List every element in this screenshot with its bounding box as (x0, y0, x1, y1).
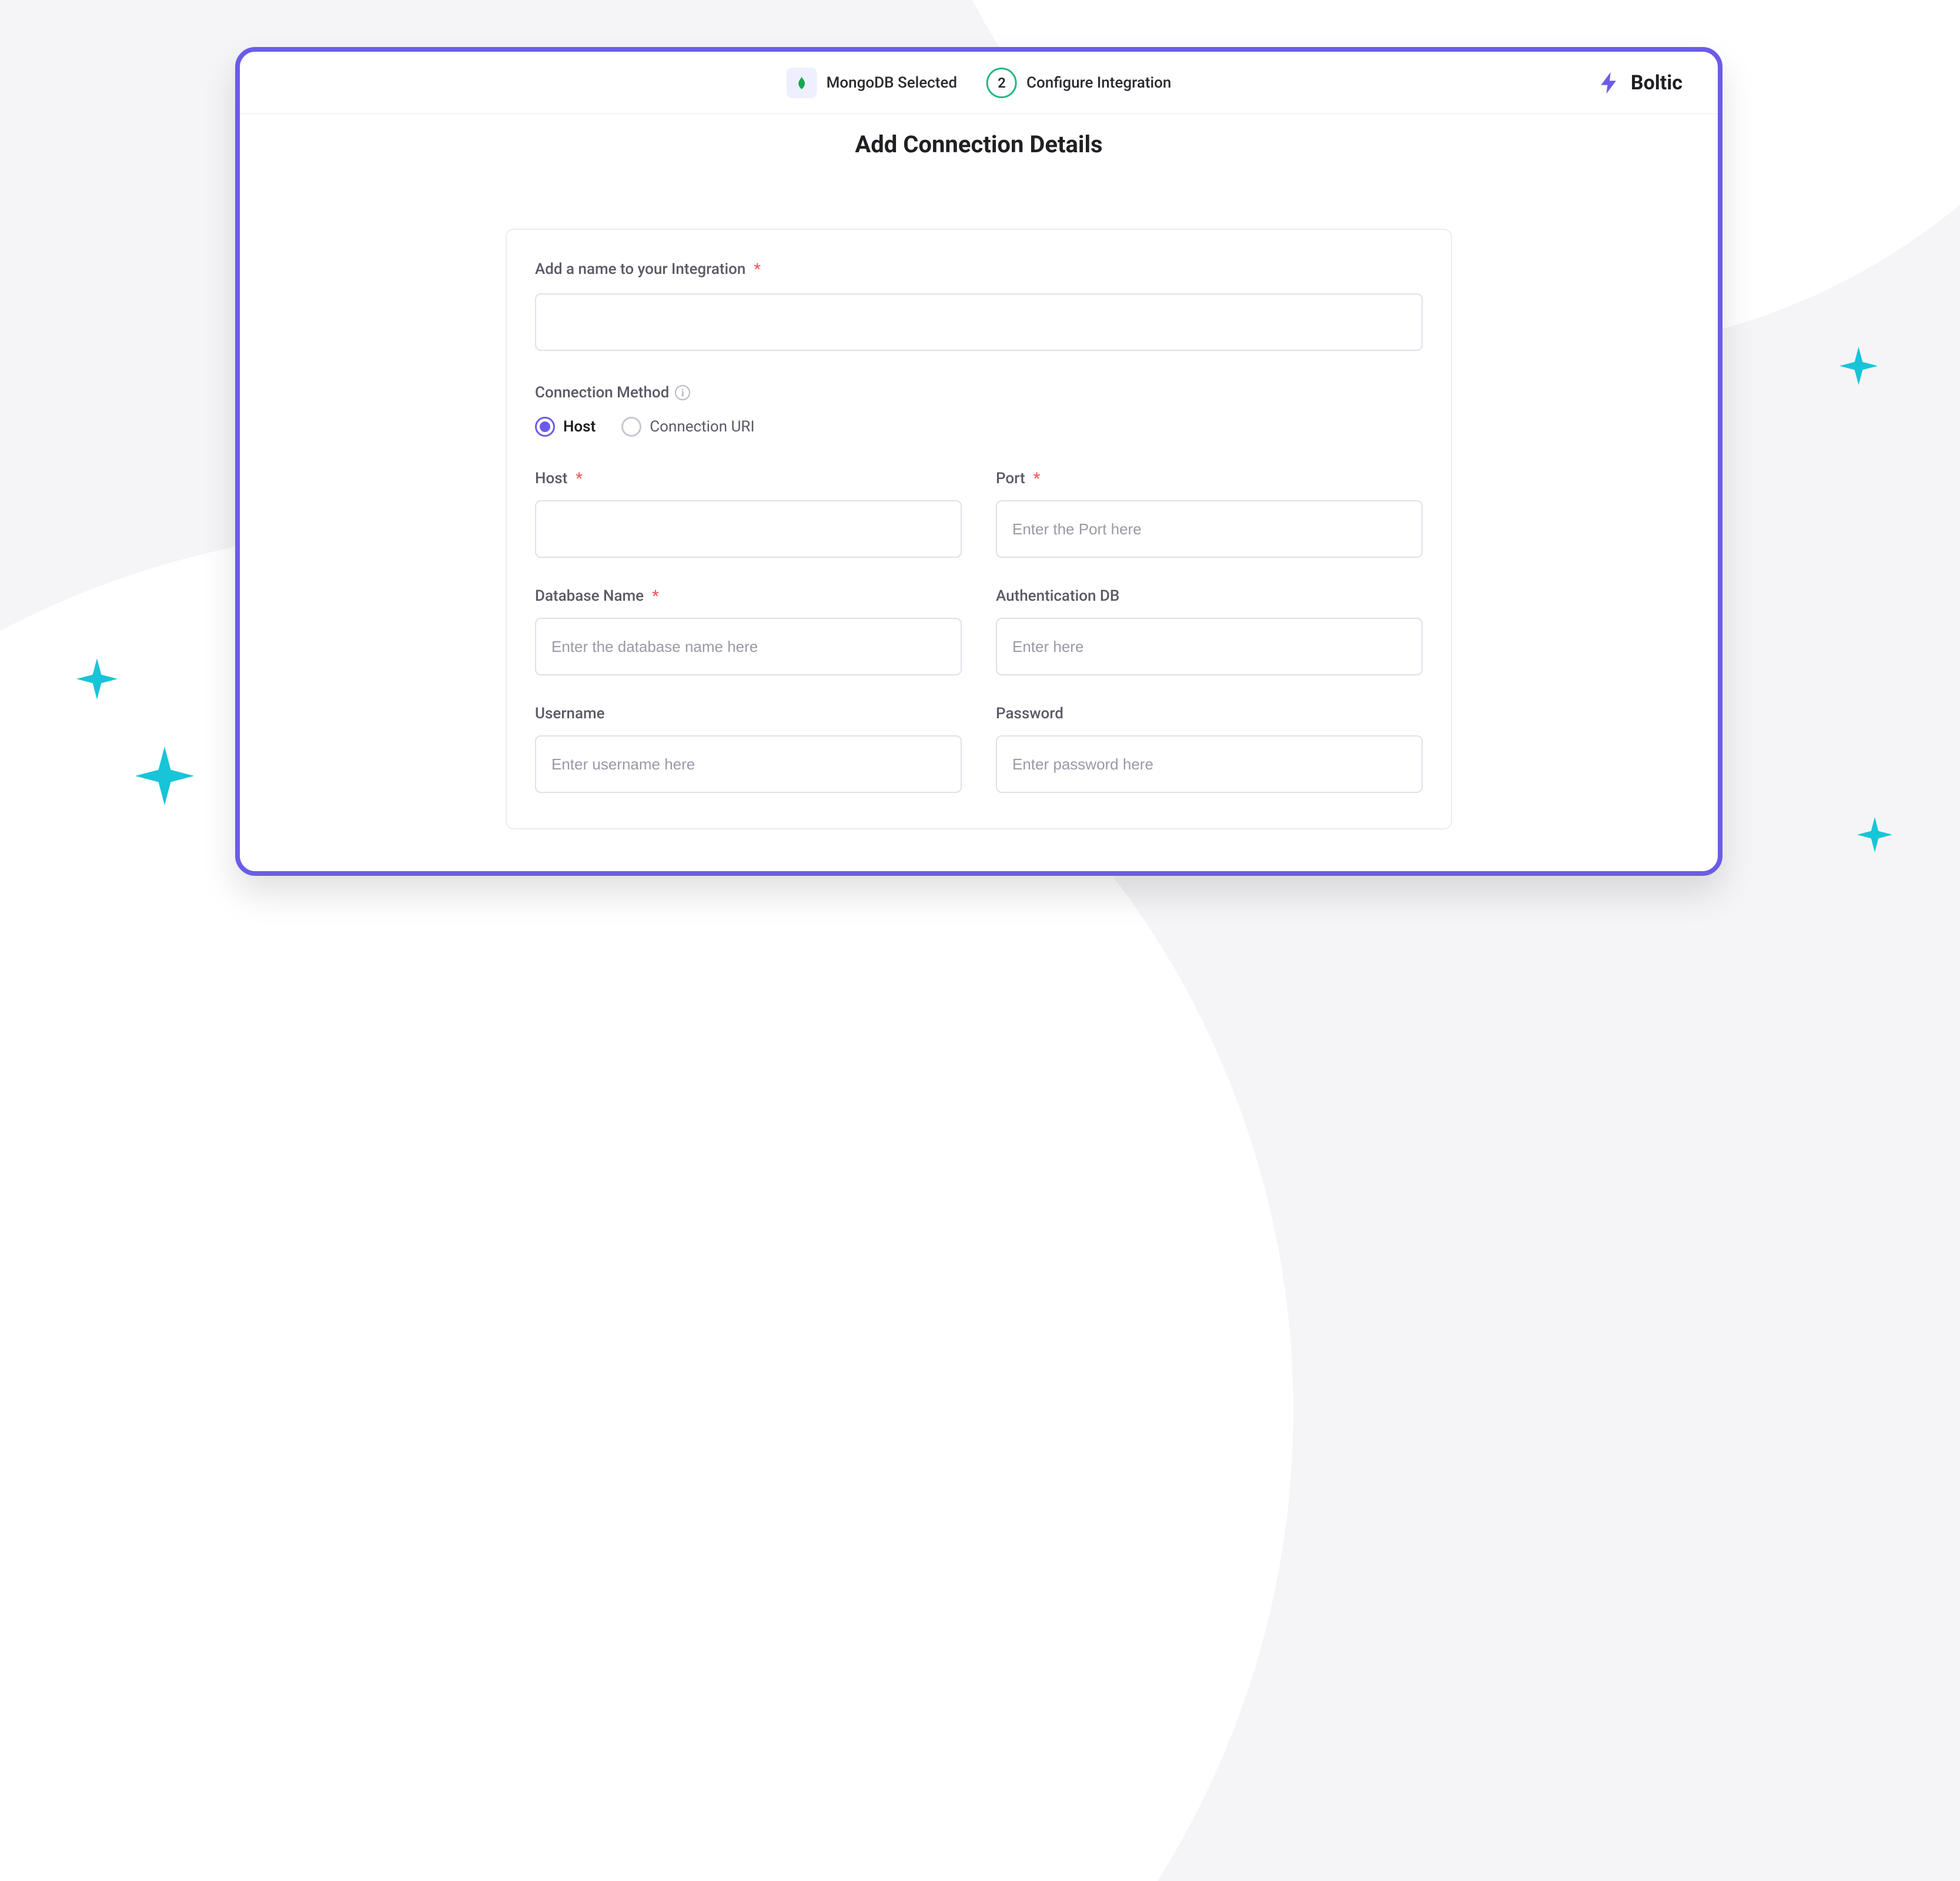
sparkle-icon (1857, 817, 1892, 852)
brand-logo: Boltic (1597, 70, 1683, 96)
app-window: MongoDB Selected 2 Configure Integration… (235, 47, 1722, 876)
step-1-label: MongoDB Selected (827, 74, 957, 92)
username-input[interactable] (535, 735, 962, 793)
brand-name: Boltic (1631, 71, 1683, 95)
auth-db-input[interactable] (996, 618, 1423, 675)
sparkle-icon (1839, 347, 1878, 385)
host-input[interactable] (535, 500, 962, 558)
page-title: Add Connection Details (240, 130, 1718, 158)
host-label: Host* (535, 470, 962, 487)
auth-db-label: Authentication DB (996, 587, 1423, 605)
info-icon[interactable]: i (675, 385, 690, 400)
port-input[interactable] (996, 500, 1423, 558)
step-number-badge: 2 (986, 68, 1017, 98)
radio-uri-label: Connection URI (650, 418, 754, 436)
database-name-input[interactable] (535, 618, 962, 675)
step-2-configure-integration[interactable]: 2 Configure Integration (986, 68, 1171, 98)
username-label: Username (535, 705, 962, 722)
step-2-label: Configure Integration (1026, 74, 1171, 92)
port-label: Port* (996, 470, 1423, 487)
connection-method-label: Connection Method i (535, 384, 1423, 401)
bolt-icon (1597, 70, 1623, 96)
password-input[interactable] (996, 735, 1423, 793)
integration-name-label: Add a name to your Integration* (535, 260, 1423, 278)
radio-host-label: Host (563, 418, 596, 436)
mongodb-icon (787, 68, 817, 98)
stepper-header: MongoDB Selected 2 Configure Integration… (240, 52, 1718, 114)
radio-host[interactable]: Host (535, 417, 596, 437)
integration-name-input[interactable] (535, 293, 1423, 351)
sparkle-icon (76, 658, 118, 699)
step-1-mongodb-selected[interactable]: MongoDB Selected (787, 68, 957, 98)
radio-connection-uri[interactable]: Connection URI (621, 417, 754, 437)
connection-form: Add a name to your Integration* Connecti… (506, 229, 1452, 829)
database-name-label: Database Name* (535, 587, 962, 605)
sparkle-icon (135, 747, 194, 805)
password-label: Password (996, 705, 1423, 722)
